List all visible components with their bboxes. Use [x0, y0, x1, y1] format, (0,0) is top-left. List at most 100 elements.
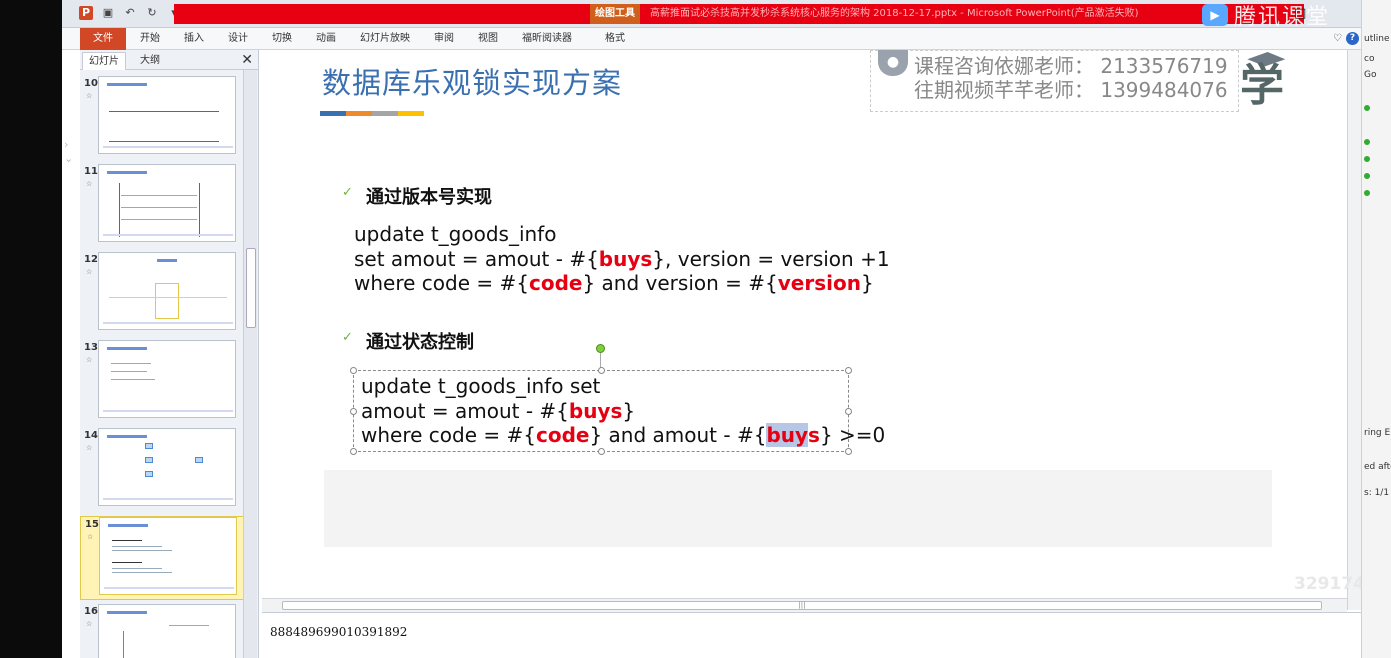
- horizontal-scrollbar[interactable]: |||: [262, 598, 1347, 612]
- tab-animations[interactable]: 动画: [308, 28, 344, 50]
- slide-preview: [98, 76, 236, 154]
- tencent-play-icon: ▶: [1202, 4, 1228, 26]
- slide-preview: [98, 252, 236, 330]
- code-block-version[interactable]: update t_goods_info set amout = amout - …: [354, 222, 890, 296]
- maximize-icon[interactable]: □: [1294, 6, 1306, 21]
- save-icon[interactable]: ▣: [101, 6, 115, 20]
- slide-number: 11: [84, 166, 98, 177]
- animation-star-icon: ☆: [86, 444, 93, 452]
- right-item: ring E: [1364, 428, 1391, 438]
- section-heading-version: 通过版本号实现: [366, 187, 492, 208]
- tab-home[interactable]: 开始: [132, 28, 168, 50]
- ribbon-tabs: 文件 开始 插入 设计 切换 动画 幻灯片放映 审阅 视图 福昕阅读器 格式 ♡…: [62, 28, 1361, 50]
- powerpoint-logo-icon[interactable]: P: [79, 6, 93, 20]
- redo-icon[interactable]: ↻: [145, 6, 159, 20]
- tab-transitions[interactable]: 切换: [264, 28, 300, 50]
- powerpoint-window: P ▣ ↶ ↻ ▾ 绘图工具 高薪推面试必杀技高并发秒杀系统核心服务的架构 20…: [62, 0, 1361, 658]
- quick-access-toolbar: P ▣ ↶ ↻ ▾: [79, 6, 181, 20]
- slide-thumb-10[interactable]: 10 ☆: [80, 76, 244, 160]
- slide-thumb-12[interactable]: 12 ☆: [80, 252, 244, 336]
- animation-star-icon: ☆: [86, 92, 93, 100]
- slide-preview: [99, 517, 237, 595]
- tab-view[interactable]: 视图: [470, 28, 506, 50]
- title-color-bars: [320, 111, 424, 116]
- panel-tabs: 幻灯片 大纲 ✕: [80, 50, 259, 70]
- rotation-handle[interactable]: [596, 344, 605, 353]
- panel-scroll-thumb[interactable]: [246, 248, 256, 328]
- help-icon[interactable]: ?: [1346, 32, 1359, 45]
- animation-star-icon: ☆: [86, 356, 93, 364]
- code-line: update t_goods_info: [354, 222, 557, 246]
- resize-handle[interactable]: [845, 367, 852, 374]
- green-dot-icon: [1364, 189, 1372, 199]
- outline-label[interactable]: utline: [1364, 34, 1389, 44]
- watermark: 3291746861: [1294, 574, 1361, 594]
- chevron-right-icon[interactable]: ›: [64, 138, 68, 151]
- resize-handle[interactable]: [350, 448, 357, 455]
- resize-handle[interactable]: [598, 367, 605, 374]
- drawing-tools-tab[interactable]: 绘图工具: [590, 4, 640, 24]
- chevron-down-icon[interactable]: ⌄: [64, 152, 73, 165]
- right-side-panel: utline co Go ring E ed afte s: 1/1: [1361, 0, 1391, 658]
- tab-file[interactable]: 文件: [80, 28, 126, 50]
- slide-preview: [98, 428, 236, 506]
- panel-scrollbar[interactable]: [243, 70, 257, 658]
- resize-handle[interactable]: [598, 448, 605, 455]
- tencent-class-overlay: ▶ 腾讯课堂: [1202, 2, 1361, 30]
- tab-slideshow[interactable]: 幻灯片放映: [352, 28, 418, 50]
- tab-outline[interactable]: 大纲: [128, 52, 172, 70]
- slide-preview: [98, 164, 236, 242]
- slide-thumb-11[interactable]: 11 ☆: [80, 164, 244, 248]
- notes-pane[interactable]: 888489699010391892: [262, 612, 1361, 658]
- slide-number: 10: [84, 78, 98, 89]
- animation-star-icon: ☆: [87, 533, 94, 541]
- right-item: s: 1/1: [1364, 488, 1390, 498]
- green-dot-icon: [1364, 155, 1372, 165]
- animation-star-icon: ☆: [86, 620, 93, 628]
- left-black-strip: [0, 0, 62, 658]
- horizontal-scroll-thumb[interactable]: |||: [282, 601, 1322, 610]
- tab-design[interactable]: 设计: [220, 28, 256, 50]
- slide-thumb-14[interactable]: 14 ☆: [80, 428, 244, 512]
- slide-number: 14: [84, 430, 98, 441]
- resize-handle[interactable]: [845, 448, 852, 455]
- slide-preview: [98, 604, 236, 658]
- tab-slides[interactable]: 幻灯片: [82, 52, 126, 70]
- slide-thumb-13[interactable]: 13 ☆: [80, 340, 244, 424]
- animation-star-icon: ☆: [86, 268, 93, 276]
- green-dot-icon: [1364, 172, 1372, 182]
- notes-text[interactable]: 888489699010391892: [270, 625, 407, 639]
- code-block-state[interactable]: update t_goods_info set amout = amout - …: [361, 374, 885, 448]
- tab-format[interactable]: 格式: [590, 28, 640, 50]
- microphone-icon: ●: [878, 50, 908, 76]
- right-item[interactable]: co: [1364, 54, 1374, 64]
- close-icon[interactable]: ✕: [241, 52, 253, 68]
- resize-handle[interactable]: [350, 367, 357, 374]
- green-dot-icon: [1364, 104, 1372, 114]
- slide-editor: 数据库乐观锁实现方案 ● 课程咨询依娜老师： 2133576719 往期视频芊芊…: [262, 50, 1347, 610]
- slide-number: 13: [84, 342, 98, 353]
- code-line: where code = #{code} and version = #{ver…: [354, 271, 874, 295]
- tab-insert[interactable]: 插入: [176, 28, 212, 50]
- slide-thumb-16[interactable]: 16 ☆: [80, 604, 244, 658]
- green-dot-icon: [1364, 138, 1372, 148]
- right-item: ed afte: [1364, 462, 1391, 472]
- slide-title[interactable]: 数据库乐观锁实现方案: [322, 60, 622, 102]
- tab-review[interactable]: 审阅: [426, 28, 462, 50]
- vertical-scrollbar[interactable]: [1347, 50, 1361, 610]
- ribbon-right-controls: ♡ ?: [1333, 32, 1359, 45]
- check-icon: ✓: [342, 330, 353, 345]
- code-line: set amout = amout - #{buys}, version = v…: [354, 246, 890, 271]
- tab-foxit[interactable]: 福昕阅读器: [514, 28, 580, 50]
- minimize-ribbon-icon[interactable]: ♡: [1333, 33, 1342, 44]
- slide-number: 16: [84, 606, 98, 617]
- slide-preview: [98, 340, 236, 418]
- window-title: 高薪推面试必杀技高并发秒杀系统核心服务的架构 2018-12-17.pptx -…: [650, 8, 1139, 19]
- undo-icon[interactable]: ↶: [123, 6, 137, 20]
- right-item[interactable]: Go: [1364, 70, 1376, 80]
- slide-number: 12: [84, 254, 98, 265]
- slides-panel: 幻灯片 大纲 ✕ 10 ☆ 11 ☆ 12 ☆ 13 ☆ 14 ☆ 15 ☆ 1…: [80, 50, 259, 658]
- title-bar: P ▣ ↶ ↻ ▾ 绘图工具 高薪推面试必杀技高并发秒杀系统核心服务的架构 20…: [62, 0, 1361, 30]
- resize-handle[interactable]: [350, 408, 357, 415]
- slide-thumb-15[interactable]: 15 ☆: [80, 516, 244, 600]
